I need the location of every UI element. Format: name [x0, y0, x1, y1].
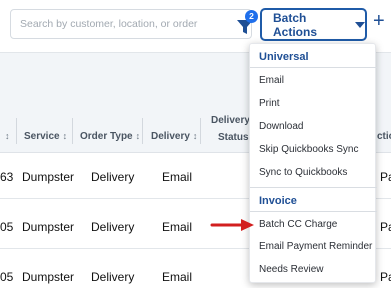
row-order-type: Delivery [91, 270, 135, 284]
menu-divider [250, 187, 377, 188]
column-header-actions-partial: ctio [377, 131, 391, 142]
red-arrow-annotation [210, 219, 254, 231]
menu-item-batch-cc-charge[interactable]: Batch CC Charge [259, 219, 337, 230]
filter-count-badge: 2 [245, 10, 258, 23]
column-divider[interactable] [72, 118, 73, 144]
column-divider[interactable] [16, 118, 17, 144]
column-divider[interactable] [142, 118, 143, 144]
menu-item-skip-quickbooks-sync[interactable]: Skip Quickbooks Sync [259, 144, 359, 155]
column-header-order-type[interactable]: Order Type ↕ [80, 131, 140, 142]
column-divider[interactable] [200, 118, 201, 144]
column-header-delivery-status[interactable]: Delivery [211, 115, 250, 126]
row-delivery: Email [162, 270, 193, 284]
add-button[interactable]: + [373, 10, 385, 33]
row-status-fragment: Pa [380, 170, 391, 184]
row-id-fragment: 63 [0, 170, 14, 184]
row-service: Dumpster [22, 270, 75, 284]
row-delivery: Email [162, 220, 193, 234]
row-service: Dumpster [22, 220, 75, 234]
menu-item-print[interactable]: Print [259, 98, 280, 109]
menu-item-sync-to-quickbooks[interactable]: Sync to Quickbooks [259, 167, 347, 178]
row-status-fragment: Pa [380, 270, 391, 284]
menu-divider [250, 211, 377, 212]
row-id-fragment: 05 [0, 270, 14, 284]
menu-section-invoice: Invoice [259, 195, 297, 207]
menu-item-email[interactable]: Email [259, 75, 284, 86]
column-header-id[interactable]: ↕ [2, 131, 10, 142]
column-header-delivery-status-line2: Status [218, 132, 249, 143]
row-delivery: Email [162, 170, 193, 184]
row-order-type: Delivery [91, 220, 135, 234]
batch-actions-button[interactable]: Batch Actions [260, 8, 367, 41]
batch-actions-menu: Universal Email Print Download Skip Quic… [249, 43, 377, 283]
menu-divider [250, 67, 377, 68]
menu-item-email-payment-reminder[interactable]: Email Payment Reminder [259, 241, 372, 252]
menu-item-download[interactable]: Download [259, 121, 303, 132]
batch-actions-label: Batch Actions [273, 10, 318, 39]
row-id-fragment: 05 [0, 220, 14, 234]
menu-item-needs-review[interactable]: Needs Review [259, 264, 323, 275]
row-status-fragment: Pa [380, 220, 391, 234]
row-order-type: Delivery [91, 170, 135, 184]
row-service: Dumpster [22, 170, 75, 184]
caret-down-icon [355, 21, 365, 28]
column-header-service[interactable]: Service ↕ [24, 131, 67, 142]
column-header-delivery[interactable]: Delivery ↕ [151, 131, 197, 142]
menu-section-universal: Universal [259, 51, 309, 63]
search-input[interactable] [10, 9, 252, 39]
